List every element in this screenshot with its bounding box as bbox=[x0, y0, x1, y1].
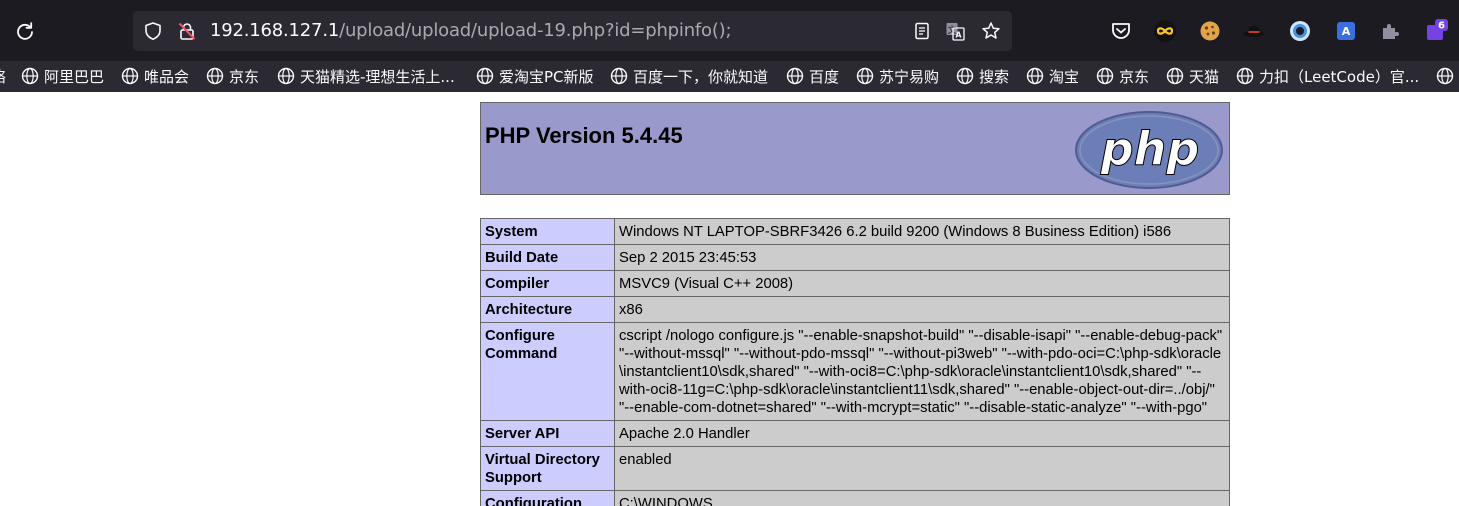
php-info-table: System Windows NT LAPTOP-SBRF3426 6.2 bu… bbox=[480, 218, 1230, 506]
php-logo-icon[interactable]: php bbox=[1074, 110, 1224, 190]
globe-icon bbox=[1096, 67, 1114, 85]
php-version-header: PHP Version 5.4.45 php bbox=[480, 102, 1230, 195]
url-text[interactable]: 192.168.127.1/upload/upload/upload-19.ph… bbox=[210, 20, 732, 41]
bookmark-item[interactable]: 淘宝 bbox=[1026, 64, 1079, 88]
table-row: Configure Command cscript /nologo config… bbox=[480, 322, 1230, 421]
bookmark-label: 唯品会 bbox=[144, 67, 190, 86]
row-key: Build Date bbox=[480, 244, 615, 271]
table-row: Compiler MSVC9 (Visual C++ 2008) bbox=[480, 270, 1230, 297]
php-logo-text: php bbox=[1100, 122, 1200, 176]
insecure-lock-icon[interactable] bbox=[177, 21, 197, 41]
row-key: Architecture bbox=[480, 296, 615, 323]
bookmark-label: 天猫精选-理想生活上... bbox=[300, 67, 455, 86]
bookmark-label: 天猫 bbox=[1189, 67, 1220, 86]
row-key: Server API bbox=[480, 420, 615, 447]
row-value: Apache 2.0 Handler bbox=[614, 420, 1230, 447]
ring-extension-icon[interactable] bbox=[1288, 19, 1312, 43]
bookmark-label: 百度 bbox=[809, 67, 840, 86]
globe-icon bbox=[786, 67, 804, 85]
url-path: /upload/upload/upload-19.php?id=phpinfo(… bbox=[339, 20, 732, 41]
url-host: 192.168.127.1 bbox=[210, 20, 340, 41]
spy-hat-icon[interactable] bbox=[1242, 19, 1266, 43]
globe-icon bbox=[856, 67, 874, 85]
bookmark-item[interactable]: 爱淘宝PC新版 bbox=[476, 64, 594, 88]
bookmark-label: 百度一下，你就知道 bbox=[633, 67, 769, 86]
reader-view-icon[interactable] bbox=[912, 21, 932, 41]
globe-icon bbox=[610, 67, 628, 85]
translate-icon[interactable]: 文 A bbox=[945, 21, 965, 41]
cookie-icon[interactable] bbox=[1198, 19, 1222, 43]
pocket-icon[interactable] bbox=[1109, 19, 1133, 43]
globe-icon bbox=[1236, 67, 1254, 85]
table-row: System Windows NT LAPTOP-SBRF3426 6.2 bu… bbox=[480, 218, 1230, 245]
bookmark-label: 淘宝 bbox=[1049, 67, 1080, 86]
address-bar[interactable]: 192.168.127.1/upload/upload/upload-19.ph… bbox=[133, 11, 1012, 51]
bookmark-item[interactable]: 京东 bbox=[206, 64, 259, 88]
bookmark-truncated-label: 络 bbox=[0, 66, 6, 87]
bookmark-item[interactable]: 阿里巴巴 bbox=[21, 64, 104, 88]
row-key: Virtual Directory Support bbox=[480, 446, 615, 491]
globe-icon bbox=[277, 67, 295, 85]
browser-toolbar: 192.168.127.1/upload/upload/upload-19.ph… bbox=[0, 0, 1459, 61]
bookmark-item[interactable]: 力扣（LeetCode）官... bbox=[1236, 64, 1419, 88]
row-value: cscript /nologo configure.js "--enable-s… bbox=[614, 322, 1230, 421]
table-row: Virtual Directory Support enabled bbox=[480, 446, 1230, 491]
reload-button[interactable] bbox=[8, 14, 42, 48]
reload-icon bbox=[17, 22, 33, 40]
bookmark-item[interactable]: 京东 bbox=[1096, 64, 1149, 88]
bookmark-item[interactable]: 天猫精选-理想生活上... bbox=[277, 64, 455, 88]
translator-extension-icon[interactable]: A bbox=[1334, 19, 1358, 43]
globe-icon bbox=[121, 67, 139, 85]
globe-icon bbox=[476, 67, 494, 85]
bookmark-item[interactable]: 搜索 bbox=[956, 64, 1009, 88]
globe-icon bbox=[21, 67, 39, 85]
row-key: Configuration bbox=[480, 490, 615, 506]
svg-text:A: A bbox=[1342, 25, 1351, 38]
bookmark-star-icon[interactable] bbox=[981, 21, 1001, 41]
row-value: Windows NT LAPTOP-SBRF3426 6.2 build 920… bbox=[614, 218, 1230, 245]
bookmark-item[interactable]: 苏宁易购 bbox=[856, 64, 939, 88]
row-key: Compiler bbox=[480, 270, 615, 297]
bookmark-label: 搜索 bbox=[979, 67, 1010, 86]
globe-icon bbox=[1166, 67, 1184, 85]
bookmark-item[interactable]: 百度一下，你就知道 bbox=[610, 64, 768, 88]
extensions-menu-icon[interactable]: 6 bbox=[1424, 19, 1448, 43]
row-value: Sep 2 2015 23:45:53 bbox=[614, 244, 1230, 271]
bookmark-label: 京东 bbox=[1119, 67, 1150, 86]
bookmark-item[interactable]: 天猫 bbox=[1166, 64, 1219, 88]
bookmark-item[interactable]: 百度 bbox=[786, 64, 839, 88]
globe-icon bbox=[1436, 67, 1454, 85]
php-version-title: PHP Version 5.4.45 bbox=[485, 123, 683, 148]
bookmark-label: 力扣（LeetCode）官... bbox=[1259, 67, 1420, 86]
bookmark-item[interactable]: 唯品会 bbox=[121, 64, 189, 88]
globe-icon bbox=[1026, 67, 1044, 85]
bookmark-label: 京东 bbox=[229, 67, 260, 86]
row-key: Configure Command bbox=[480, 322, 615, 421]
row-value: x86 bbox=[614, 296, 1230, 323]
table-row: Architecture x86 bbox=[480, 296, 1230, 323]
puzzle-extension-icon[interactable] bbox=[1378, 19, 1402, 43]
svg-text:A: A bbox=[955, 31, 962, 40]
table-row: Build Date Sep 2 2015 23:45:53 bbox=[480, 244, 1230, 271]
table-row: Server API Apache 2.0 Handler bbox=[480, 420, 1230, 447]
row-value: enabled bbox=[614, 446, 1230, 491]
table-row: Configuration C:\WINDOWS bbox=[480, 490, 1230, 506]
bookmark-label: 苏宁易购 bbox=[879, 67, 940, 86]
bookmarks-toolbar: 络 阿里巴巴 唯品会 京东 天猫精选-理想生活上... 爱淘宝PC新版 百度一下… bbox=[0, 61, 1459, 92]
extension-badge: 6 bbox=[1438, 21, 1445, 32]
bookmark-label: 阿里巴巴 bbox=[44, 67, 105, 86]
bookmark-label: 爱淘宝PC新版 bbox=[499, 67, 594, 86]
row-value: C:\WINDOWS bbox=[614, 490, 1230, 506]
shield-icon[interactable] bbox=[143, 21, 163, 41]
bookmark-item[interactable] bbox=[1436, 64, 1459, 88]
row-value: MSVC9 (Visual C++ 2008) bbox=[614, 270, 1230, 297]
bookmark-truncated[interactable]: 络 bbox=[0, 64, 6, 88]
row-key: System bbox=[480, 218, 615, 245]
globe-icon bbox=[956, 67, 974, 85]
infinity-extension-icon[interactable] bbox=[1153, 19, 1177, 43]
globe-icon bbox=[206, 67, 224, 85]
